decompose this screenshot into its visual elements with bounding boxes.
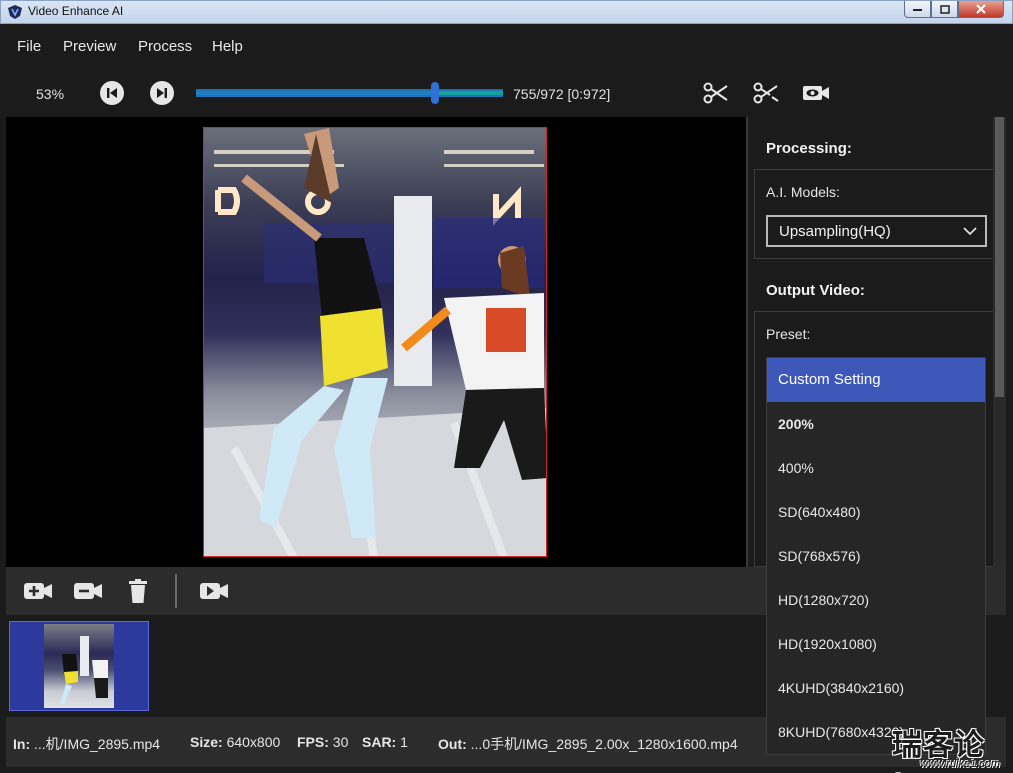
fps-info: FPS: 30 xyxy=(297,734,349,750)
previous-frame-button[interactable] xyxy=(100,81,124,105)
menu-preview[interactable]: Preview xyxy=(63,38,116,55)
ai-models-label: A.I. Models: xyxy=(766,184,840,200)
timeline-slider[interactable] xyxy=(196,82,503,104)
preset-option[interactable]: 4KUHD(3840x2160) xyxy=(767,666,985,710)
menu-bar: File Preview Process Help xyxy=(6,24,1006,69)
maximize-button[interactable] xyxy=(931,1,958,18)
video-preview-area[interactable] xyxy=(6,117,746,567)
skip-back-icon xyxy=(107,88,117,98)
processing-heading: Processing: xyxy=(766,140,852,157)
preset-option[interactable]: Custom Setting xyxy=(767,358,985,402)
ai-model-select[interactable]: Upsampling(HQ) xyxy=(766,215,987,247)
sar-info: SAR: 1 xyxy=(362,734,408,750)
preset-option[interactable]: HD(1280x720) xyxy=(767,578,985,622)
menu-help[interactable]: Help xyxy=(212,38,243,55)
ai-model-value: Upsampling(HQ) xyxy=(779,223,891,240)
preset-label: Preset: xyxy=(766,326,811,342)
frame-counter: 755/972 [0:972] xyxy=(513,86,611,102)
watermark: 瑞客论坛 www.ruike1.com xyxy=(888,720,1012,773)
minimize-button[interactable] xyxy=(904,1,931,18)
close-icon xyxy=(976,4,986,14)
skip-forward-icon xyxy=(157,88,167,98)
menu-process[interactable]: Process xyxy=(138,38,192,55)
chevron-down-icon xyxy=(963,227,977,236)
output-file-info: Out: ...0手机/IMG_2895_2.00x_1280x1600.mp4 xyxy=(438,736,738,752)
preset-option[interactable]: SD(768x576) xyxy=(767,534,985,578)
preset-option[interactable]: 400% xyxy=(767,446,985,490)
clip-thumbnail-image xyxy=(44,624,114,708)
preset-option[interactable]: SD(640x480) xyxy=(767,490,985,534)
clip-thumbnail[interactable] xyxy=(9,621,149,711)
add-video-icon[interactable] xyxy=(23,578,53,604)
remove-video-icon[interactable] xyxy=(73,578,103,604)
video-frame[interactable] xyxy=(203,127,547,557)
next-frame-button[interactable] xyxy=(150,81,174,105)
zoom-level: 53% xyxy=(36,86,65,102)
video-frame-image xyxy=(204,128,546,556)
menu-file[interactable]: File xyxy=(17,38,41,55)
maximize-icon xyxy=(939,4,950,14)
transport-bar: 53% 755/972 [0:972] xyxy=(6,69,1006,117)
panel-scrollbar[interactable] xyxy=(993,117,1006,567)
app-logo-icon xyxy=(8,5,22,19)
panel-scrollbar-thumb[interactable] xyxy=(995,117,1004,397)
trash-icon[interactable] xyxy=(123,578,153,604)
preset-option[interactable]: HD(1920x1080) xyxy=(767,622,985,666)
preset-dropdown-list[interactable]: Custom Setting 200% 400% SD(640x480) SD(768x… xyxy=(766,357,986,755)
scissors-icon[interactable] xyxy=(702,81,730,105)
minimize-icon xyxy=(912,9,922,11)
cut-split-icon[interactable] xyxy=(752,81,780,105)
title-bar: Video Enhance AI xyxy=(0,0,1013,24)
process-video-icon[interactable] xyxy=(199,578,229,604)
timeline-thumb[interactable] xyxy=(430,82,439,104)
toolbar-divider xyxy=(175,574,177,608)
timeline-progress xyxy=(196,91,435,95)
window-title: Video Enhance AI xyxy=(28,4,124,18)
preview-camera-icon[interactable] xyxy=(802,81,830,105)
output-video-heading: Output Video: xyxy=(766,282,865,299)
preset-option[interactable]: 200% xyxy=(767,402,985,446)
size-info: Size: 640x800 xyxy=(190,734,281,750)
input-file-info: In: ...机/IMG_2895.mp4 xyxy=(13,736,161,752)
watermark-url: www.ruike1.com xyxy=(920,758,1001,770)
close-button[interactable] xyxy=(958,1,1004,18)
